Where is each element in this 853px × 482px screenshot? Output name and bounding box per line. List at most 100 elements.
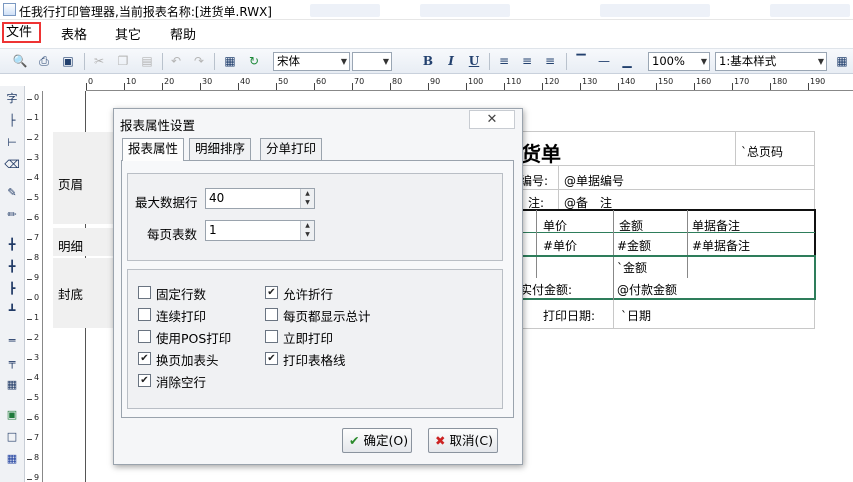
ruler-tick-label: 0 [88,77,94,86]
align-center-icon[interactable]: ≡ [518,52,536,70]
split-cell-icon[interactable]: ═ [3,332,21,350]
brush-icon[interactable]: ✎ [3,184,21,202]
ok-button[interactable]: ✔ 确定(O) [342,428,412,453]
eraser-icon[interactable]: ⌫ [3,156,21,174]
insert-row-icon[interactable]: ╋ [3,236,21,254]
ruler-tick [27,299,32,300]
chevron-down-icon: ▼ [817,57,824,66]
paid-amount-field[interactable]: @付款金额 [617,281,677,298]
copy-icon[interactable]: ❐ [114,52,132,70]
italic-icon[interactable]: I [442,52,460,70]
ruler-tick [428,83,429,90]
col-price-header[interactable]: 单价 [543,217,567,234]
undo-icon[interactable]: ↶ [167,52,185,70]
option-label: 连续打印 [156,309,207,324]
field-tool-icon[interactable]: ├ [3,112,21,130]
function-tool-icon[interactable]: ⊢ [3,134,21,152]
ruler-tick [27,479,32,480]
col-amount-header[interactable]: 金额 [619,217,643,234]
align-right-icon[interactable]: ≡ [541,52,559,70]
menu-other[interactable]: 其它 [111,24,145,43]
ruler-tick [27,159,32,160]
window-title: 任我行打印管理器,当前报表名称:[进货单.RWX] [19,5,272,19]
option-checkbox[interactable] [138,286,151,299]
price-field[interactable]: #单价 [543,237,577,254]
valign-middle-icon[interactable]: — [595,52,613,70]
ruler-tick [27,219,32,220]
spinner-arrows-icon[interactable]: ▲ ▼ [300,221,314,240]
print-date-label[interactable]: 打印日期: [543,307,595,324]
tab-panel: 最大数据行 40 ▲ ▼ 每页表数 1 ▲ ▼ 固定行数 ✔ 允许折行 连续打印 每页都显示… [121,160,514,418]
ruler-tick [770,83,771,90]
menu-table[interactable]: 表格 [57,24,91,43]
style-select[interactable]: 1:基本样式 ▼ [715,52,827,71]
amount-field[interactable]: #金额 [617,237,651,254]
tab-split-print[interactable]: 分单打印 [260,138,323,160]
font-size-select[interactable]: ▼ [352,52,392,71]
more-tools-icon[interactable]: ▦ [833,52,851,70]
paid-amount-label[interactable]: 实付金额: [520,281,572,298]
refresh-icon[interactable]: ↻ [245,52,263,70]
sum-amount-field[interactable]: `金额 [617,259,647,276]
toolbar-separator [489,53,490,70]
doc-no-label[interactable]: 编号: [520,172,548,189]
font-value: 宋体 [277,54,300,68]
redo-icon[interactable]: ↷ [190,52,208,70]
note-field[interactable]: @备 注 [564,194,612,211]
ruler-tick [27,259,32,260]
option-label: 允许折行 [283,287,334,302]
report-title[interactable]: 货单 [521,138,561,167]
underline-icon[interactable]: U [465,52,483,70]
merge-cell-icon[interactable]: ╤ [3,354,21,372]
total-pages-field[interactable]: `总页码 [741,143,783,160]
ruler-tick [27,119,32,120]
text-tool-icon[interactable]: 字 [3,90,21,108]
delete-col-icon[interactable]: ┻ [3,302,21,320]
paste-icon[interactable]: ▤ [138,52,156,70]
option-checkbox[interactable] [265,308,278,321]
print-date-field[interactable]: `日期 [621,307,651,324]
tab-report-properties[interactable]: 报表属性 [122,138,185,161]
align-left-icon[interactable]: ≡ [495,52,513,70]
menu-file[interactable]: 文件 [2,22,41,43]
print-icon[interactable]: ⎙ [35,52,53,70]
doc-no-field[interactable]: @单据编号 [564,172,624,189]
remark-field[interactable]: #单据备注 [692,237,750,254]
zoom-select[interactable]: 100% ▼ [648,52,710,71]
table-icon[interactable]: ▦ [3,450,21,468]
tab-detail-sort[interactable]: 明细排序 [189,138,252,160]
option-checkbox[interactable]: ✔ [138,352,151,365]
valign-bottom-icon[interactable]: ▁ [618,52,636,70]
delete-row-icon[interactable]: ┣ [3,280,21,298]
chevron-down-icon: ▼ [700,57,707,66]
note-label[interactable]: 注: [528,194,544,211]
ruler-tick-label: 30 [202,77,213,86]
option-checkbox[interactable]: ✔ [138,374,151,387]
pencil-icon[interactable]: ✏ [3,206,21,224]
max-rows-spinner[interactable]: 40 ▲ ▼ [205,188,315,209]
cut-icon[interactable]: ✂ [90,52,108,70]
tables-per-page-spinner[interactable]: 1 ▲ ▼ [205,220,315,241]
font-select[interactable]: 宋体 ▼ [273,52,350,71]
insert-col-icon[interactable]: ╋ [3,258,21,276]
option-checkbox[interactable]: ✔ [265,352,278,365]
preview-icon[interactable]: 🔍 [11,52,29,70]
ruler-tick-label: 7 [34,233,40,242]
properties-icon[interactable]: ▦ [221,52,239,70]
option-checkbox[interactable]: ✔ [265,286,278,299]
option-checkbox[interactable] [138,308,151,321]
col-remark-header[interactable]: 单据备注 [692,217,740,234]
valign-top-icon[interactable]: ▔ [572,52,590,70]
save-icon[interactable]: ▣ [59,52,77,70]
menu-help[interactable]: 帮助 [166,24,200,43]
spinner-arrows-icon[interactable]: ▲ ▼ [300,189,314,208]
option-checkbox[interactable] [138,330,151,343]
cancel-button[interactable]: ✖ 取消(C) [428,428,498,453]
image-icon[interactable]: ▣ [3,406,21,424]
border-icon[interactable]: □ [3,428,21,446]
grid-line [515,131,815,132]
close-button[interactable]: ✕ [469,110,515,129]
grid-icon[interactable]: ▦ [3,376,21,394]
bold-icon[interactable]: B [419,52,437,70]
option-checkbox[interactable] [265,330,278,343]
